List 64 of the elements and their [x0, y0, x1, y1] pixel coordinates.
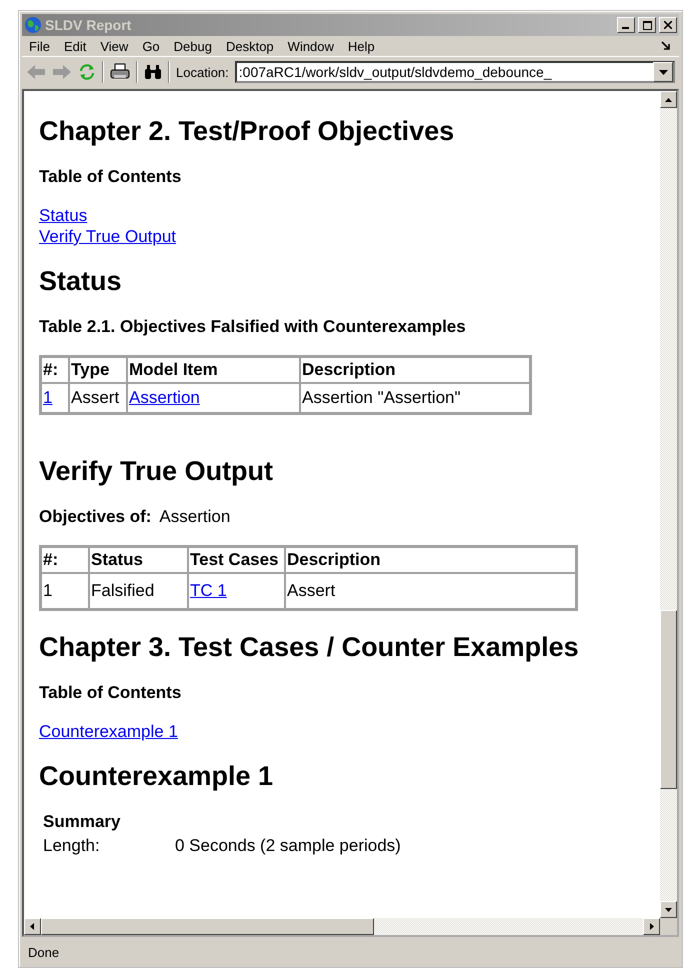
- column-header: #:: [41, 357, 69, 383]
- table-caption: Table 2.1. Objectives Falsified with Counterexamples: [39, 317, 467, 337]
- print-icon[interactable]: [110, 63, 130, 81]
- binoculars-icon[interactable]: [144, 64, 162, 80]
- section-heading: Status: [39, 265, 123, 297]
- toc-link[interactable]: Verify True Output: [39, 226, 176, 247]
- menu-item[interactable]: View: [93, 38, 136, 54]
- toc-heading: Table of Contents: [39, 683, 182, 703]
- undock-arrow-icon[interactable]: [661, 41, 671, 51]
- column-header: Test Cases: [188, 547, 285, 573]
- field-label: Length:: [43, 836, 101, 856]
- toc-heading: Table of Contents: [39, 167, 182, 187]
- close-button[interactable]: [659, 17, 677, 33]
- location-label: Location:: [176, 64, 229, 80]
- objectives-value: Assertion: [159, 507, 230, 527]
- toc-link[interactable]: Status: [39, 205, 88, 226]
- down-arrow-icon: [665, 906, 672, 913]
- menu-item[interactable]: Window: [280, 38, 341, 54]
- vertical-scrollbar[interactable]: [660, 91, 677, 918]
- close-icon: [664, 21, 672, 29]
- toc-link[interactable]: Counterexample 1: [39, 721, 178, 742]
- menu-item[interactable]: Help: [340, 38, 382, 54]
- column-header: Status: [89, 547, 188, 573]
- column-header: #:: [41, 547, 89, 573]
- column-header: Description: [300, 357, 530, 383]
- maximize-icon: [642, 20, 652, 30]
- window-title: SLDV Report: [45, 17, 132, 33]
- cell-link[interactable]: Assertion: [129, 388, 200, 407]
- menu-item[interactable]: Debug: [166, 38, 219, 54]
- table-cell: Assertion "Assertion": [300, 383, 530, 413]
- location-field[interactable]: :007aRC1/work/sldv_output/sldvdemo_debounce_: [234, 61, 675, 83]
- status-text: Done: [28, 944, 60, 960]
- minimize-button[interactable]: [617, 17, 635, 33]
- chapter-heading: Chapter 2. Test/Proof Objectives: [39, 115, 456, 147]
- dropdown-button[interactable]: [653, 62, 673, 82]
- table-cell: Falsified: [89, 573, 188, 609]
- column-header: Description: [285, 547, 576, 573]
- chapter-heading: Chapter 3. Test Cases / Counter Examples: [39, 631, 580, 663]
- scroll-thumb[interactable]: [41, 918, 374, 935]
- scroll-thumb[interactable]: [660, 610, 677, 790]
- menu-item[interactable]: File: [22, 38, 57, 54]
- summary-heading: Summary: [43, 812, 122, 832]
- table-cell: 1: [41, 573, 89, 609]
- table-cell: Assert: [69, 383, 127, 413]
- scrollbar-corner: [660, 918, 677, 935]
- caret-icon: [658, 70, 668, 74]
- menu-item[interactable]: Desktop: [218, 38, 281, 54]
- menu-item[interactable]: Go: [135, 38, 167, 54]
- column-header: Model Item: [127, 357, 300, 383]
- table-cell: Assert: [285, 573, 576, 609]
- globe-icon: [24, 16, 42, 34]
- menu-item[interactable]: Edit: [56, 38, 94, 54]
- up-arrow-icon: [665, 96, 672, 103]
- right-arrow-icon: [648, 923, 655, 930]
- section-heading: Verify True Output: [39, 455, 274, 487]
- objectives-label: Objectives of:: [39, 507, 152, 527]
- horizontal-scrollbar[interactable]: [24, 918, 660, 935]
- field-value: 0 Seconds (2 sample periods): [175, 836, 401, 856]
- column-header: Type: [69, 357, 127, 383]
- section-heading: Counterexample 1: [39, 760, 274, 792]
- cell-link[interactable]: 1: [43, 388, 52, 407]
- cell-link[interactable]: TC 1: [190, 581, 227, 600]
- left-arrow-icon: [29, 923, 36, 930]
- maximize-button[interactable]: [638, 17, 656, 33]
